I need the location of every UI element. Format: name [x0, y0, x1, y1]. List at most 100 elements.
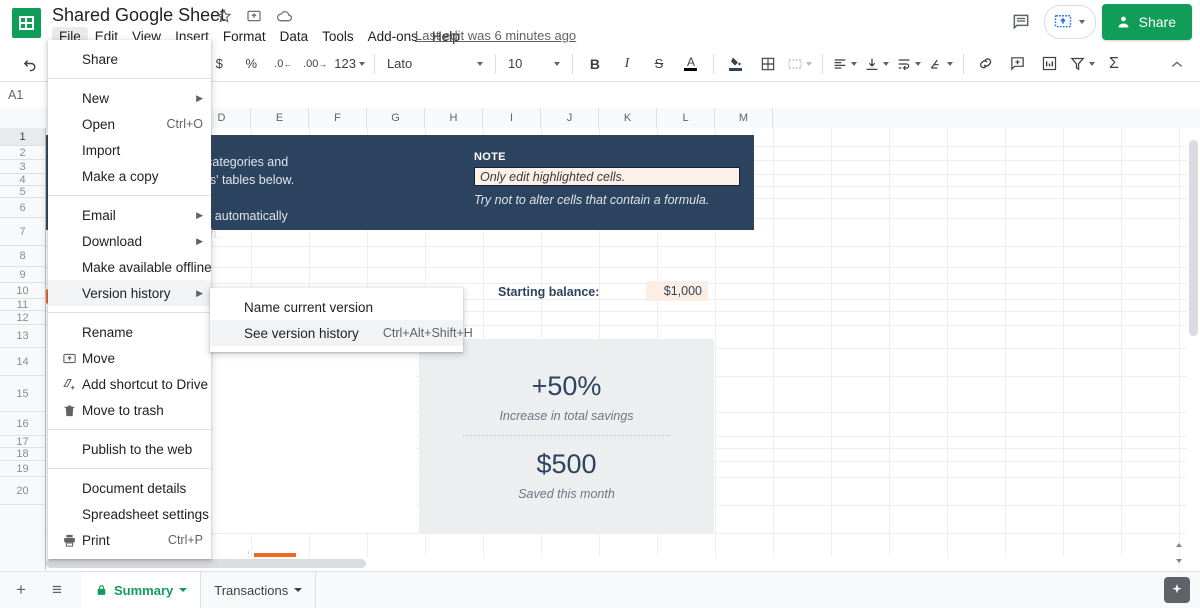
- file-menu-item-new[interactable]: New ▶: [48, 85, 211, 111]
- add-sheet-button[interactable]: +: [6, 575, 36, 605]
- sheet-tab-summary[interactable]: Summary: [82, 572, 202, 608]
- row-header-19[interactable]: 19: [0, 461, 45, 477]
- row-header-6[interactable]: 6: [0, 198, 45, 218]
- comment-history-icon[interactable]: [1004, 5, 1038, 39]
- vertical-scrollbar[interactable]: [1187, 128, 1200, 570]
- row-header-14[interactable]: 14: [0, 348, 45, 376]
- file-menu-item-email[interactable]: Email ▶: [48, 202, 211, 228]
- sheet-tab-transactions[interactable]: Transactions: [201, 572, 317, 608]
- column-header-overflow[interactable]: [773, 108, 1200, 128]
- bold-button[interactable]: B: [579, 51, 611, 77]
- vertical-align-button[interactable]: [861, 51, 893, 77]
- functions-button[interactable]: Σ: [1098, 51, 1130, 77]
- row-header-20[interactable]: 20: [0, 477, 45, 505]
- column-header-g[interactable]: G: [367, 108, 425, 128]
- column-header-e[interactable]: E: [251, 108, 309, 128]
- document-title[interactable]: Shared Google Sheet: [52, 3, 225, 27]
- share-button[interactable]: Share: [1101, 4, 1192, 40]
- text-rotation-button[interactable]: [925, 51, 957, 77]
- menu-data[interactable]: Data: [273, 27, 316, 46]
- percent-format-button[interactable]: %: [235, 51, 267, 77]
- column-header-f[interactable]: F: [309, 108, 367, 128]
- column-header-m[interactable]: M: [715, 108, 773, 128]
- insert-link-button[interactable]: [970, 51, 1002, 77]
- row-header-7[interactable]: 7: [0, 218, 45, 246]
- menu-tools[interactable]: Tools: [315, 27, 361, 46]
- horizontal-scrollbar[interactable]: [46, 557, 1170, 570]
- file-menu-item-add-shortcut-to-drive[interactable]: Add shortcut to Drive: [48, 371, 211, 397]
- present-button[interactable]: [1043, 5, 1096, 39]
- name-box[interactable]: A1: [0, 82, 52, 108]
- font-size-select[interactable]: 10: [502, 52, 566, 76]
- row-header-18[interactable]: 18: [0, 448, 45, 461]
- file-menu-item-document-details[interactable]: Document details: [48, 475, 211, 501]
- fill-color-button[interactable]: [720, 51, 752, 77]
- column-header-l[interactable]: L: [657, 108, 715, 128]
- all-sheets-button[interactable]: ≡: [42, 575, 72, 605]
- explore-icon[interactable]: [1164, 577, 1190, 603]
- row-header-17[interactable]: 17: [0, 436, 45, 448]
- file-menu-item-publish-to-the-web[interactable]: Publish to the web: [48, 436, 211, 462]
- formula-input[interactable]: [78, 82, 1200, 108]
- starting-balance-value[interactable]: $1,000: [646, 281, 708, 301]
- horizontal-scrollbar-thumb[interactable]: [46, 559, 366, 568]
- row-header-5[interactable]: 5: [0, 186, 45, 198]
- row-header-11[interactable]: 11: [0, 299, 45, 311]
- version-submenu-item-see-version-history[interactable]: See version history Ctrl+Alt+Shift+H: [210, 320, 473, 346]
- sheet-tab-summary-caret[interactable]: [179, 588, 188, 592]
- row-header-2[interactable]: 2: [0, 146, 45, 160]
- text-wrap-button[interactable]: [893, 51, 925, 77]
- borders-button[interactable]: [752, 51, 784, 77]
- text-color-button[interactable]: A: [675, 51, 707, 77]
- insert-comment-button[interactable]: [1002, 51, 1034, 77]
- file-menu-item-version-history[interactable]: Version history ▶: [48, 280, 211, 306]
- row-header-15[interactable]: 15: [0, 376, 45, 412]
- file-menu-item-make-available-offline[interactable]: Make available offline: [48, 254, 212, 280]
- horizontal-align-button[interactable]: [829, 51, 861, 77]
- scroll-step-buttons[interactable]: [1172, 538, 1186, 568]
- collapse-toolbar-icon[interactable]: [1166, 54, 1188, 76]
- column-header-i[interactable]: I: [483, 108, 541, 128]
- italic-button[interactable]: I: [611, 51, 643, 77]
- row-header-13[interactable]: 13: [0, 325, 45, 348]
- column-header-j[interactable]: J: [541, 108, 599, 128]
- undo-button[interactable]: [14, 51, 46, 77]
- row-header-16[interactable]: 16: [0, 412, 45, 436]
- more-formats-button[interactable]: 123: [331, 51, 368, 77]
- column-header-h[interactable]: H: [425, 108, 483, 128]
- present-dropdown-caret[interactable]: [1078, 20, 1085, 24]
- file-menu-item-move[interactable]: Move: [48, 345, 211, 371]
- file-menu-item-rename[interactable]: Rename: [48, 319, 211, 345]
- menu-format[interactable]: Format: [216, 27, 273, 46]
- star-icon[interactable]: [213, 5, 235, 27]
- decrease-decimal-button[interactable]: .0 ←: [267, 51, 299, 77]
- merge-cells-button[interactable]: [784, 51, 816, 77]
- row-header-4[interactable]: 4: [0, 174, 45, 186]
- file-menu-item-download[interactable]: Download ▶: [48, 228, 211, 254]
- row-header-8[interactable]: 8: [0, 246, 45, 267]
- cloud-saved-icon[interactable]: [273, 5, 295, 27]
- row-header-1[interactable]: 1: [0, 128, 45, 146]
- file-menu-item-share[interactable]: Share: [48, 46, 211, 72]
- strikethrough-button[interactable]: S: [643, 51, 675, 77]
- last-edit-link[interactable]: Last edit was 6 minutes ago: [415, 28, 576, 43]
- file-menu-item-import[interactable]: Import: [48, 137, 211, 163]
- filter-button[interactable]: [1066, 51, 1098, 77]
- row-header-10[interactable]: 10: [0, 283, 45, 299]
- version-submenu-item-name-current-version[interactable]: Name current version: [210, 294, 463, 320]
- insert-chart-button[interactable]: [1034, 51, 1066, 77]
- vertical-scrollbar-thumb[interactable]: [1189, 140, 1198, 336]
- file-menu-item-move-to-trash[interactable]: Move to trash: [48, 397, 211, 423]
- column-header-k[interactable]: K: [599, 108, 657, 128]
- note-highlighted-cell[interactable]: Only edit highlighted cells.: [474, 167, 740, 186]
- row-header-3[interactable]: 3: [0, 160, 45, 174]
- file-menu-item-print[interactable]: Print Ctrl+P: [48, 527, 211, 553]
- file-menu[interactable]: Share New ▶ Open Ctrl+O Import Make a co…: [48, 40, 212, 559]
- file-menu-item-spreadsheet-settings[interactable]: Spreadsheet settings: [48, 501, 211, 527]
- version-history-submenu[interactable]: Name current version See version history…: [210, 288, 473, 352]
- increase-decimal-button[interactable]: .00 →: [299, 51, 331, 77]
- row-header-9[interactable]: 9: [0, 267, 45, 283]
- file-menu-item-make-a-copy[interactable]: Make a copy: [48, 163, 211, 189]
- sheet-tab-transactions-caret[interactable]: [294, 588, 303, 592]
- font-family-select[interactable]: Lato: [381, 52, 489, 76]
